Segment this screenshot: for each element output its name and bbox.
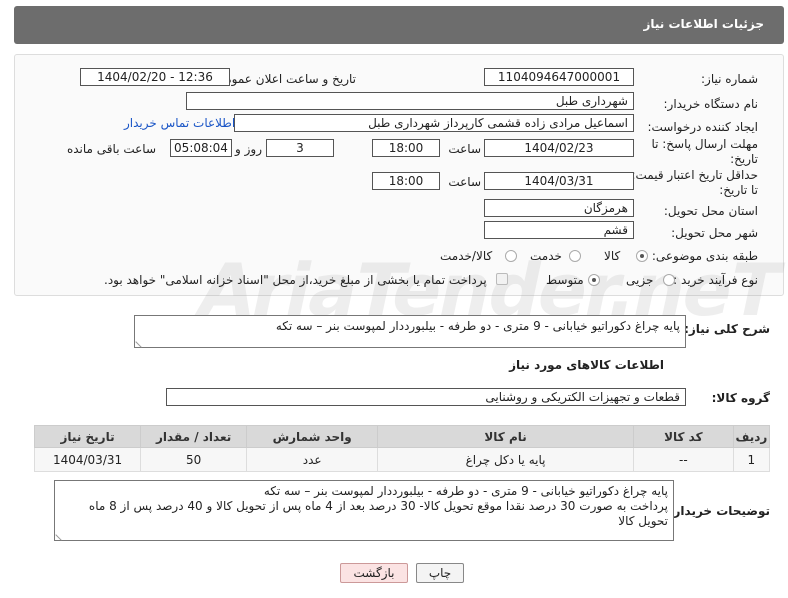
validity-hour-label: ساعت (448, 175, 481, 189)
process-radio-minor[interactable] (663, 274, 675, 286)
buyer-org-label: نام دستگاه خریدار: (663, 97, 759, 111)
days-field[interactable]: 3 (266, 139, 334, 157)
col-date: تاریخ نیاز (33, 425, 142, 448)
col-unit: واحد شمارش (246, 425, 379, 448)
deadline-label-2: تاریخ: (730, 152, 758, 166)
table-row: 1 -- پایه یا دکل چراغ عدد 50 1404/03/31 (33, 447, 771, 472)
announce-field[interactable]: 1404/02/20 - 12:36 (80, 68, 230, 86)
col-qty: تعداد / مقدار (140, 425, 248, 448)
cell-name: پایه یا دکل چراغ (377, 447, 634, 472)
deadline-date-field[interactable]: 1404/02/23 (484, 139, 634, 157)
city-label: شهر محل تحویل: (671, 226, 758, 240)
cell-row: 1 (732, 447, 771, 472)
deadline-hour-label: ساعت (448, 142, 481, 156)
category-option-goods-service: کالا/خدمت (440, 249, 493, 263)
need-number-field[interactable]: 1104094647000001 (484, 68, 634, 86)
category-radio-goods-service[interactable] (505, 250, 517, 262)
col-row: ردیف (732, 425, 771, 448)
deadline-time-field[interactable]: 18:00 (372, 139, 440, 157)
remaining-label: ساعت باقی مانده (66, 142, 156, 156)
process-label: نوع فرآیند خرید : (673, 273, 758, 287)
resize-grip-icon[interactable] (135, 336, 147, 348)
buyer-notes-line-2: پرداخت به صورت 30 درصد نقدا موقع تحویل ک… (88, 499, 668, 528)
goods-table-header: ردیف کد کالا نام کالا واحد شمارش تعداد /… (33, 425, 771, 448)
validity-time-field[interactable]: 18:00 (372, 172, 440, 190)
buyer-notes-line-1: پایه چراغ دکوراتیو خیابانی - 9 متری - دو… (263, 484, 668, 498)
cell-code: -- (632, 447, 734, 472)
print-button[interactable]: چاپ (416, 563, 464, 583)
cell-date: 1404/03/31 (33, 447, 142, 472)
remaining-field[interactable]: 05:08:04 (170, 139, 232, 157)
page-title: جزئیات اطلاعات نیاز (643, 17, 764, 31)
buyer-org-field[interactable]: شهرداری طبل (186, 92, 634, 110)
resize-grip-icon[interactable] (55, 529, 67, 541)
page-header: جزئیات اطلاعات نیاز (14, 6, 784, 44)
goods-group-field[interactable]: قطعات و تجهیزات الکتریکی و روشنایی (166, 388, 686, 406)
buyer-contact-link[interactable]: اطلاعات تماس خریدار (124, 116, 235, 130)
category-radio-goods[interactable] (636, 250, 648, 262)
treasury-checkbox[interactable] (496, 273, 508, 285)
validity-label-1: حداقل تاریخ اعتبار قیمت: (631, 168, 758, 182)
col-code: کد کالا (632, 425, 734, 448)
process-radio-medium[interactable] (588, 274, 600, 286)
cell-unit: عدد (246, 447, 379, 472)
goods-section-title: اطلاعات کالاهای مورد نیاز (509, 358, 664, 372)
buyer-notes-label: توضیحات خریدار: (668, 504, 770, 518)
deadline-label-1: مهلت ارسال پاسخ: تا (651, 137, 758, 151)
days-label: روز و (235, 142, 262, 156)
category-option-goods: کالا (604, 249, 621, 263)
province-field[interactable]: هرمزگان (484, 199, 634, 217)
validity-date-field[interactable]: 1404/03/31 (484, 172, 634, 190)
goods-table: ردیف کد کالا نام کالا واحد شمارش تعداد /… (33, 425, 771, 472)
payment-note: پرداخت تمام یا بخشی از مبلغ خرید،از محل … (104, 273, 487, 287)
buyer-notes-textarea[interactable]: پایه چراغ دکوراتیو خیابانی - 9 متری - دو… (54, 480, 674, 541)
creator-field[interactable]: اسماعیل مرادی زاده قشمی کارپرداز شهرداری… (234, 114, 634, 132)
process-option-medium: متوسط (546, 273, 584, 287)
process-option-minor: جزیی (626, 273, 654, 287)
creator-label: ایجاد کننده درخواست: (647, 120, 758, 134)
province-label: استان محل تحویل: (663, 204, 758, 218)
col-name: نام کالا (377, 425, 634, 448)
announce-label: تاریخ و ساعت اعلان عمومی: (211, 72, 356, 86)
cell-qty: 50 (140, 447, 248, 472)
city-field[interactable]: قشم (484, 221, 634, 239)
category-radio-service[interactable] (569, 250, 581, 262)
description-label: شرح کلی نیاز: (684, 322, 770, 336)
back-button[interactable]: بازگشت (340, 563, 408, 583)
goods-group-label: گروه کالا: (711, 391, 770, 405)
category-label: طبقه بندی موضوعی: (651, 249, 758, 263)
validity-label-2: تا تاریخ: (719, 183, 758, 197)
need-number-label: شماره نیاز: (701, 72, 758, 86)
category-option-service: خدمت (530, 249, 562, 263)
description-textarea[interactable]: پایه چراغ دکوراتیو خیابانی - 9 متری - دو… (134, 315, 686, 348)
description-text: پایه چراغ دکوراتیو خیابانی - 9 متری - دو… (275, 319, 680, 333)
